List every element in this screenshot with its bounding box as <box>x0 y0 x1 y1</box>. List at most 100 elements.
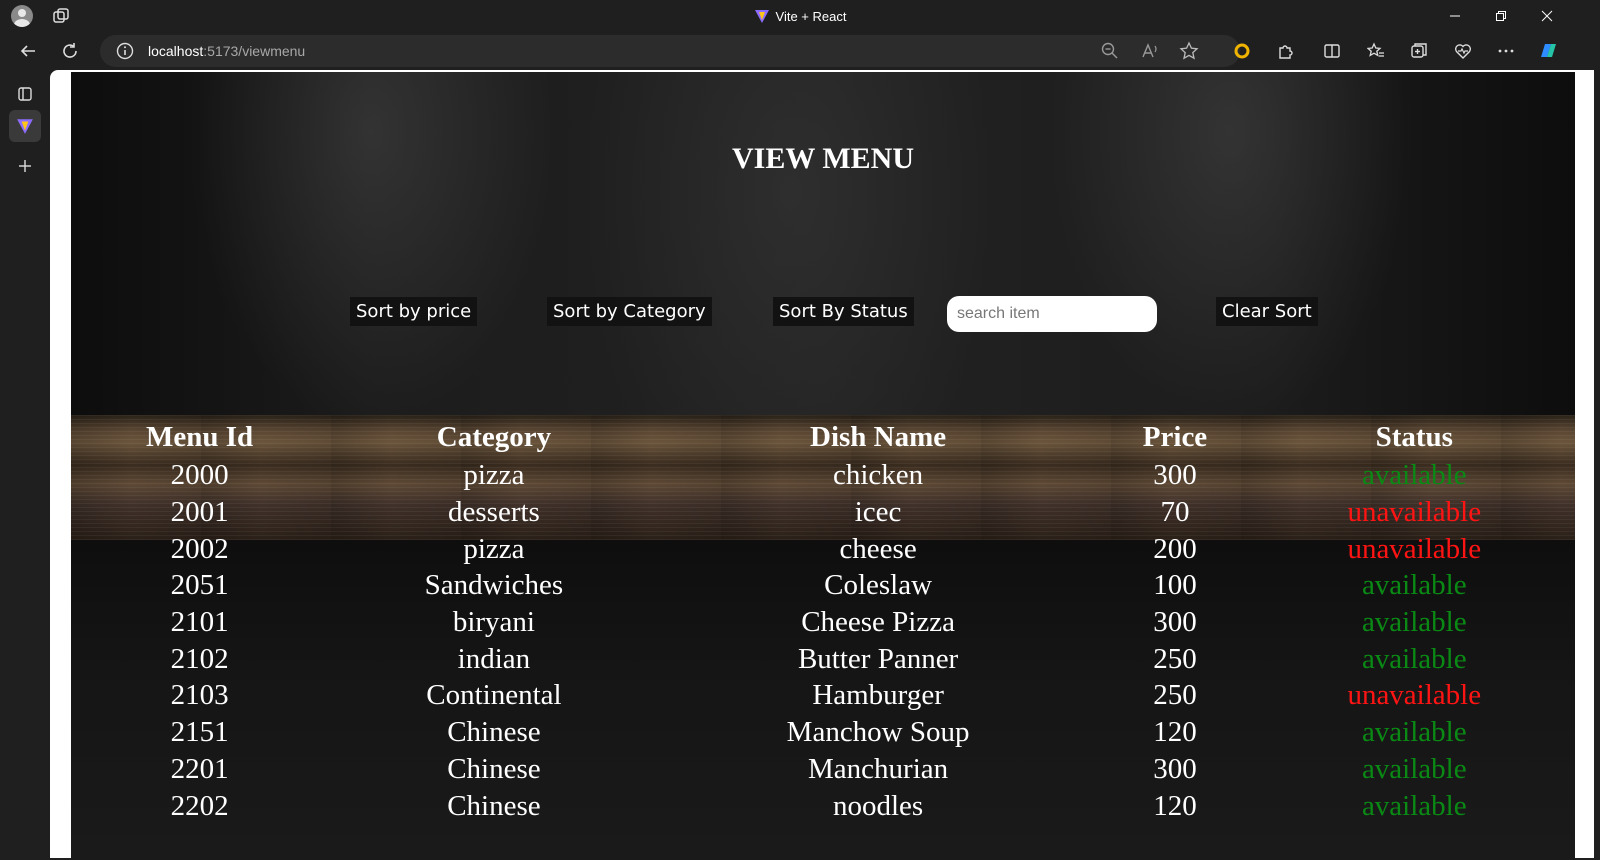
tab-title[interactable]: Vite + React <box>0 8 1600 27</box>
header-status: Status <box>1375 420 1453 453</box>
cell-category: Chinese <box>447 789 541 822</box>
cell-category: Chinese <box>447 752 541 785</box>
cell-status: available <box>1361 789 1467 822</box>
cell-dish-name: Hamburger <box>812 679 944 712</box>
cell-status: available <box>1361 716 1467 749</box>
cell-category: Continental <box>426 679 562 712</box>
back-arrow-icon[interactable] <box>16 39 40 63</box>
browser-toolbar: localhost:5173/viewmenu <box>0 32 1600 70</box>
cell-price: 120 <box>1153 789 1197 822</box>
new-tab-plus-icon[interactable] <box>13 154 37 178</box>
extension-circle-icon[interactable] <box>1230 39 1254 63</box>
restore-icon[interactable] <box>1478 0 1524 32</box>
cell-status: available <box>1361 459 1467 492</box>
cell-status: unavailable <box>1347 496 1482 529</box>
cell-category: Sandwiches <box>424 569 564 602</box>
cell-category: biryani <box>452 606 535 639</box>
header-price: Price <box>1142 420 1208 453</box>
refresh-icon[interactable] <box>58 39 82 63</box>
header-dish-name: Dish Name <box>810 420 947 453</box>
cell-menu-id: 2102 <box>170 642 229 675</box>
cell-status: available <box>1361 569 1467 602</box>
page-right-edge <box>1575 72 1594 858</box>
vite-tab-icon[interactable] <box>9 110 41 142</box>
close-icon[interactable] <box>1524 0 1570 32</box>
menu-table: Menu Id Category Dish Name Price Status … <box>71 417 1575 824</box>
cell-status: unavailable <box>1347 679 1482 712</box>
cell-category: Chinese <box>447 716 541 749</box>
url-text[interactable]: localhost:5173/viewmenu <box>148 43 305 59</box>
title-bar: Vite + React <box>0 0 1600 32</box>
address-bar[interactable]: localhost:5173/viewmenu <box>100 35 1240 67</box>
more-options-icon[interactable] <box>1494 39 1518 63</box>
sort-by-category-button[interactable]: Sort by Category <box>547 297 712 326</box>
cell-price: 300 <box>1153 459 1197 492</box>
site-info-icon[interactable] <box>116 42 134 60</box>
table-row: 2000 pizza chicken 300 available <box>71 457 1575 494</box>
table-row: 2151 Chinese Manchow Soup 120 available <box>71 714 1575 751</box>
collections-icon[interactable] <box>1407 39 1431 63</box>
cell-price: 250 <box>1153 642 1197 675</box>
cell-menu-id: 2000 <box>170 459 229 492</box>
cell-category: pizza <box>463 532 525 565</box>
cell-price: 200 <box>1153 532 1197 565</box>
cell-status: available <box>1361 752 1467 785</box>
cell-price: 120 <box>1153 716 1197 749</box>
url-path: :5173/viewmenu <box>203 43 306 59</box>
cell-menu-id: 2103 <box>170 679 229 712</box>
url-host: localhost <box>148 43 204 59</box>
cell-menu-id: 2002 <box>170 532 229 565</box>
cell-dish-name: Manchurian <box>808 752 949 785</box>
cell-price: 300 <box>1153 752 1197 785</box>
favorites-icon[interactable] <box>1364 39 1388 63</box>
favorite-star-icon[interactable] <box>1179 41 1199 61</box>
cell-category: pizza <box>463 459 525 492</box>
search-input[interactable] <box>947 296 1157 332</box>
cell-dish-name: noodles <box>832 789 924 822</box>
table-row: 2002 pizza cheese 200 unavailable <box>71 530 1575 567</box>
header-menu-id: Menu Id <box>145 420 254 453</box>
cell-dish-name: Butter Panner <box>797 642 959 675</box>
cell-status: available <box>1361 606 1467 639</box>
cell-dish-name: icec <box>854 496 902 529</box>
cell-menu-id: 2201 <box>170 752 229 785</box>
page-title: VIEW MENU <box>732 142 914 175</box>
split-screen-icon[interactable] <box>1320 39 1344 63</box>
tab-title-text: Vite + React <box>775 9 847 24</box>
cell-dish-name: cheese <box>839 532 917 565</box>
table-row: 2051 Sandwiches Coleslaw 100 available <box>71 567 1575 604</box>
table-row: 2201 Chinese Manchurian 300 available <box>71 751 1575 788</box>
table-row: 2102 indian Butter Panner 250 available <box>71 640 1575 677</box>
cell-status: available <box>1361 642 1467 675</box>
cell-menu-id: 2051 <box>170 569 229 602</box>
cell-price: 300 <box>1153 606 1197 639</box>
header-category: Category <box>436 420 552 453</box>
cell-dish-name: Cheese Pizza <box>801 606 955 639</box>
zoom-out-icon[interactable] <box>1100 41 1120 61</box>
cell-menu-id: 2001 <box>170 496 229 529</box>
cell-category: indian <box>457 642 531 675</box>
table-row: 2202 Chinese noodles 120 available <box>71 787 1575 824</box>
extensions-puzzle-icon[interactable] <box>1274 39 1298 63</box>
cell-dish-name: Coleslaw <box>824 569 933 602</box>
table-row: 2103 Continental Hamburger 250 unavailab… <box>71 677 1575 714</box>
cell-category: desserts <box>448 496 540 529</box>
cell-menu-id: 2151 <box>170 716 229 749</box>
browser-essentials-icon[interactable] <box>1451 39 1475 63</box>
sort-by-status-button[interactable]: Sort By Status <box>773 297 914 326</box>
sort-by-price-button[interactable]: Sort by price <box>350 297 478 326</box>
table-row: 2101 biryani Cheese Pizza 300 available <box>71 604 1575 641</box>
minimize-icon[interactable] <box>1432 0 1478 32</box>
table-row: 2001 desserts icec 70 unavailable <box>71 494 1575 531</box>
cell-price: 100 <box>1153 569 1197 602</box>
read-aloud-icon[interactable] <box>1140 41 1160 61</box>
cell-price: 250 <box>1153 679 1197 712</box>
cell-status: unavailable <box>1347 532 1482 565</box>
copilot-icon[interactable] <box>1536 39 1560 63</box>
clear-sort-button[interactable]: Clear Sort <box>1216 297 1318 326</box>
table-header-row: Menu Id Category Dish Name Price Status <box>71 417 1575 457</box>
cell-dish-name: Manchow Soup <box>786 716 970 749</box>
vite-logo-icon <box>754 8 770 27</box>
cell-dish-name: chicken <box>833 459 924 492</box>
tab-actions-icon[interactable] <box>13 82 37 106</box>
